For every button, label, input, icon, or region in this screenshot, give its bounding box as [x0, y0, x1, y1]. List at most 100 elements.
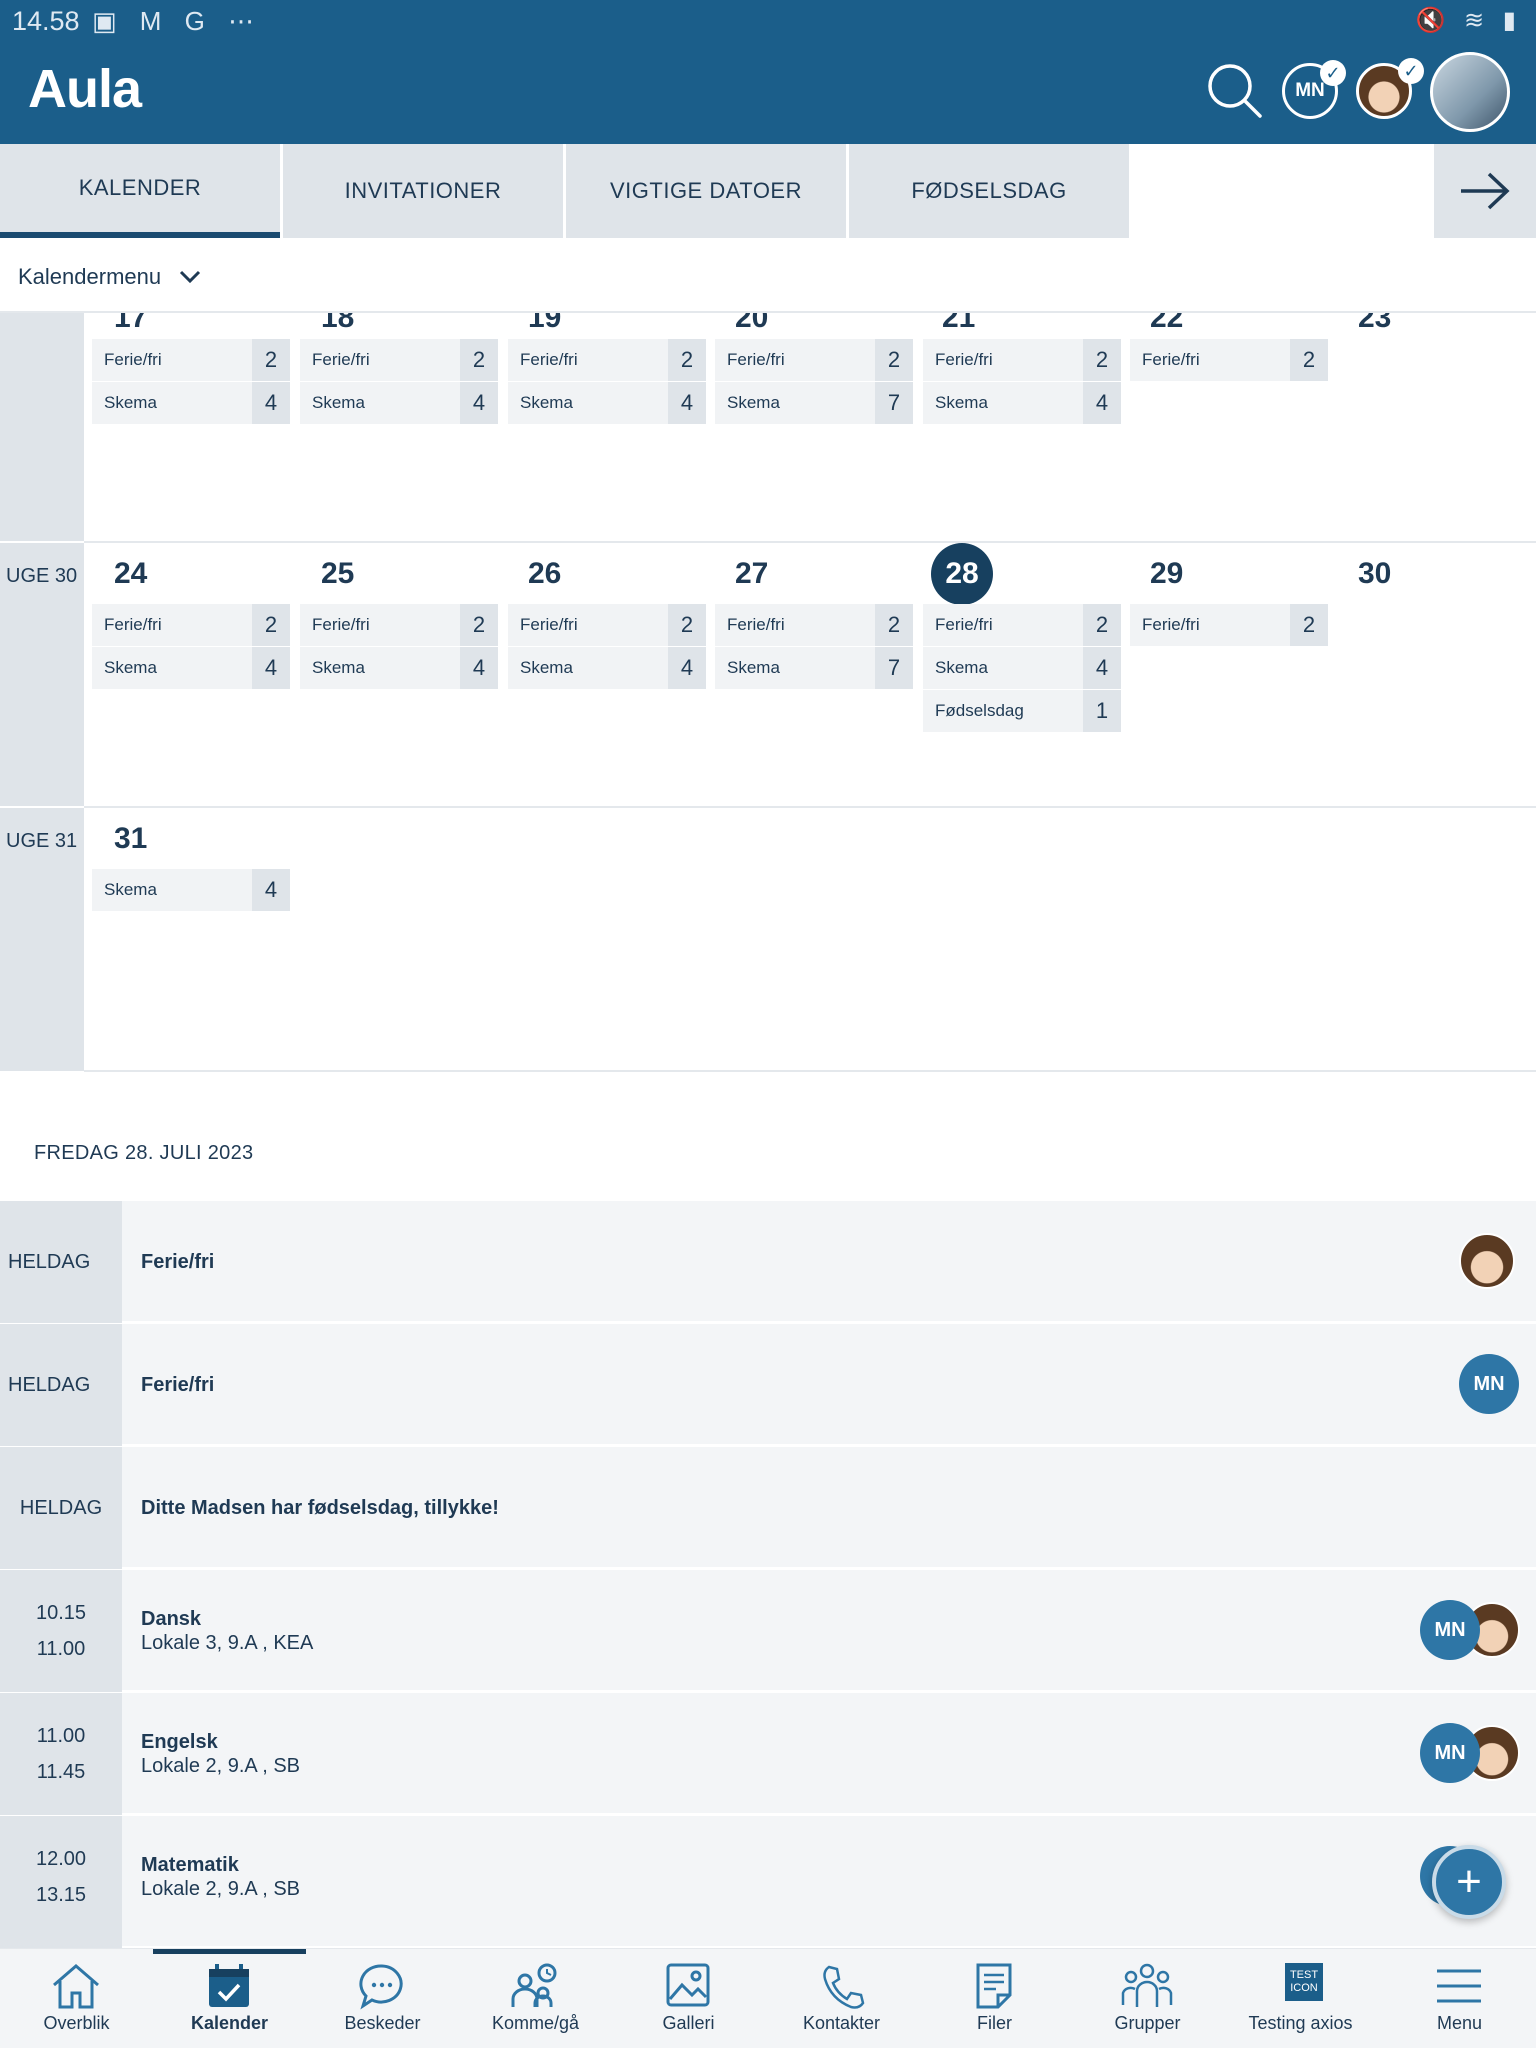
nav-label: Grupper: [1114, 2013, 1181, 2033]
event-skema[interactable]: Skema 4: [923, 382, 1121, 424]
aula-logo[interactable]: Aula: [28, 58, 142, 120]
nav-komme-ga[interactable]: Komme/gå: [459, 1949, 612, 2048]
allday-label: HELDAG: [8, 1251, 91, 1273]
day-number[interactable]: 27: [735, 557, 768, 591]
event-count: 2: [875, 339, 913, 381]
tab-vigtige-datoer[interactable]: VIGTIGE DATOER: [566, 144, 846, 238]
event-ferie[interactable]: Ferie/fri 2: [715, 604, 913, 646]
event-label: Ferie/fri: [1142, 615, 1200, 634]
event-ferie[interactable]: Ferie/fri 2: [300, 339, 498, 381]
start-time: 12.00: [35, 1848, 87, 1870]
search-icon[interactable]: [1206, 62, 1264, 120]
event-row-lesson[interactable]: 11.00 11.45 Engelsk Lokale 2, 9.A , SB M…: [0, 1693, 1536, 1815]
nav-kontakter[interactable]: Kontakter: [765, 1949, 918, 2048]
event-count: 1: [1083, 690, 1121, 732]
event-skema[interactable]: Skema 4: [92, 382, 290, 424]
event-label: Skema: [520, 393, 573, 412]
event-count: 2: [252, 604, 290, 646]
event-skema[interactable]: Skema 7: [715, 647, 913, 689]
event-ferie[interactable]: Ferie/fri 2: [508, 339, 706, 381]
event-ferie[interactable]: Ferie/fri 2: [300, 604, 498, 646]
tab-label: KALENDER: [78, 175, 202, 200]
mn-avatar: MN: [1420, 1600, 1480, 1660]
event-row-lesson[interactable]: 12.00 13.15 Matematik Lokale 2, 9.A , SB: [0, 1816, 1536, 1948]
event-title: Ferie/fri: [141, 1251, 215, 1273]
event-ferie[interactable]: Ferie/fri 2: [1130, 339, 1328, 381]
nav-overblik[interactable]: Overblik: [0, 1949, 153, 2048]
nav-grupper[interactable]: Grupper: [1071, 1949, 1224, 2048]
event-label: Ferie/fri: [935, 615, 993, 634]
status-time: 14.58: [12, 6, 80, 36]
event-fodselsdag[interactable]: Fødselsdag 1: [923, 690, 1121, 732]
nav-label: Overblik: [43, 2013, 110, 2033]
event-label: Ferie/fri: [104, 350, 162, 369]
nav-menu[interactable]: Menu: [1383, 1949, 1536, 2048]
day-number-today[interactable]: 28: [931, 543, 993, 605]
event-ferie[interactable]: Ferie/fri 2: [923, 604, 1121, 646]
day-number[interactable]: 20: [735, 313, 768, 335]
day-number[interactable]: 29: [1150, 557, 1183, 591]
event-ferie[interactable]: Ferie/fri 2: [92, 339, 290, 381]
event-skema[interactable]: Skema 7: [715, 382, 913, 424]
nav-testing-axios[interactable]: TEST ICON Testing axios: [1224, 1949, 1377, 2048]
day-number[interactable]: 17: [114, 313, 147, 335]
event-skema[interactable]: Skema 4: [300, 647, 498, 689]
calendar-icon: [209, 1964, 249, 2007]
avatar-initials: MN: [1473, 1372, 1505, 1395]
chat-icon: [359, 1964, 403, 2010]
event-count: 7: [875, 647, 913, 689]
nav-kalender[interactable]: Kalender: [153, 1949, 306, 2048]
event-time: 10.15 11.00: [0, 1570, 122, 1692]
event-row-lesson[interactable]: 10.15 11.00 Dansk Lokale 3, 9.A , KEA MN: [0, 1570, 1536, 1692]
event-skema[interactable]: Skema 4: [508, 647, 706, 689]
day-number[interactable]: 21: [942, 313, 975, 335]
event-count: 2: [252, 339, 290, 381]
event-label: Skema: [104, 658, 157, 677]
event-ferie[interactable]: Ferie/fri 2: [508, 604, 706, 646]
day-number[interactable]: 22: [1150, 313, 1183, 335]
event-ferie[interactable]: Ferie/fri 2: [92, 604, 290, 646]
event-ferie[interactable]: Ferie/fri 2: [715, 339, 913, 381]
day-number[interactable]: 26: [528, 557, 561, 591]
tabs-next-button[interactable]: [1434, 144, 1536, 238]
image-icon: [666, 1963, 710, 2007]
event-row-allday[interactable]: HELDAG Ferie/fri MN: [0, 1324, 1536, 1446]
event-skema[interactable]: Skema 4: [923, 647, 1121, 689]
divider: [84, 1070, 1536, 1072]
day-number[interactable]: 24: [114, 557, 147, 591]
divider: [84, 541, 1536, 543]
event-count: 2: [460, 604, 498, 646]
event-row-birthday[interactable]: HELDAG Ditte Madsen har fødselsdag, till…: [0, 1447, 1536, 1569]
day-number[interactable]: 18: [321, 313, 354, 335]
event-count: 2: [1083, 339, 1121, 381]
event-skema[interactable]: Skema 4: [508, 382, 706, 424]
event-skema[interactable]: Skema 4: [92, 869, 290, 911]
nav-filer[interactable]: Filer: [918, 1949, 1071, 2048]
day-number[interactable]: 23: [1358, 313, 1391, 335]
event-skema[interactable]: Skema 4: [300, 382, 498, 424]
day-number[interactable]: 30: [1358, 557, 1391, 591]
nav-galleri[interactable]: Galleri: [612, 1949, 765, 2048]
user-profile-photo[interactable]: [1430, 52, 1510, 132]
allday-label: HELDAG: [19, 1497, 103, 1519]
nav-label: Komme/gå: [491, 2013, 580, 2033]
add-event-button[interactable]: +: [1432, 1845, 1506, 1919]
nav-beskeder[interactable]: Beskeder: [306, 1949, 459, 2048]
chevron-down-icon: [180, 270, 201, 284]
event-count: 4: [1083, 647, 1121, 689]
event-row-allday[interactable]: HELDAG Ferie/fri: [0, 1201, 1536, 1323]
tab-invitationer[interactable]: INVITATIONER: [283, 144, 563, 238]
event-label: Ferie/fri: [1142, 350, 1200, 369]
calendar-menu-dropdown[interactable]: Kalendermenu: [18, 264, 201, 290]
event-ferie[interactable]: Ferie/fri 2: [1130, 604, 1328, 646]
day-number[interactable]: 31: [114, 822, 147, 856]
day-number[interactable]: 19: [528, 313, 561, 335]
day-number[interactable]: 25: [321, 557, 354, 591]
tab-fodselsdag[interactable]: FØDSELSDAG: [849, 144, 1129, 238]
event-skema[interactable]: Skema 4: [92, 647, 290, 689]
event-count: 4: [1083, 382, 1121, 424]
event-ferie[interactable]: Ferie/fri 2: [923, 339, 1121, 381]
tab-kalender[interactable]: KALENDER: [0, 144, 280, 238]
calendar-menu-label: Kalendermenu: [18, 264, 162, 289]
event-label: Skema: [727, 658, 780, 677]
